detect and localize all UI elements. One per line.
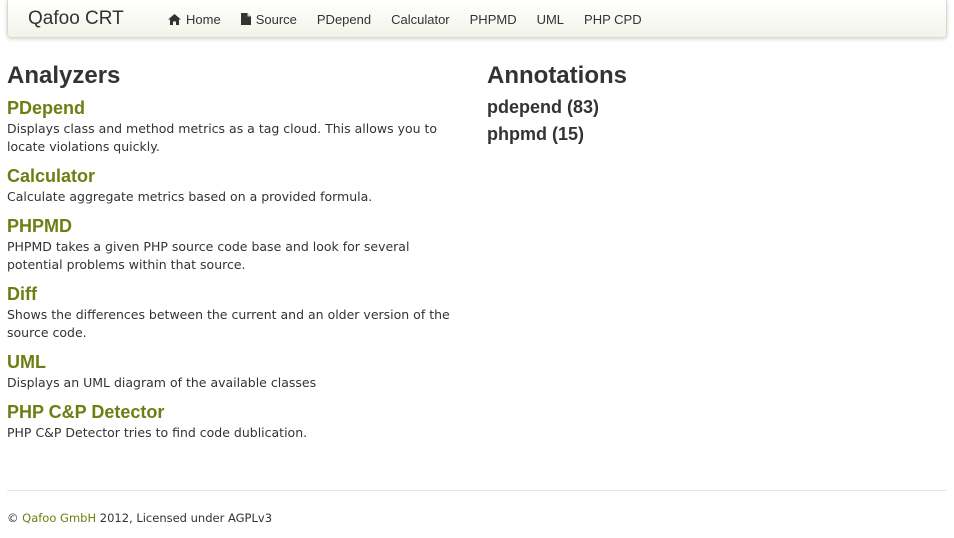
- nav-uml[interactable]: UML: [527, 0, 574, 38]
- analyzer-description: Displays class and method metrics as a t…: [7, 121, 438, 154]
- analyzer-item: PDepend Displays class and method metric…: [7, 96, 477, 156]
- file-icon: [240, 13, 251, 25]
- analyzer-item: PHPMD PHPMD takes a given PHP source cod…: [7, 214, 477, 274]
- copyright-symbol: ©: [7, 511, 19, 525]
- nav-source-label: Source: [255, 11, 297, 27]
- nav-php-cpd-label: PHP CPD: [584, 11, 642, 27]
- analyzer-link-php-cp-detector[interactable]: PHP C&P Detector: [7, 400, 477, 424]
- nav-calculator-label: Calculator: [391, 11, 450, 27]
- analyzer-item: Calculator Calculate aggregate metrics b…: [7, 164, 477, 206]
- analyzer-link-phpmd[interactable]: PHPMD: [7, 214, 477, 238]
- nav-pdepend[interactable]: PDepend: [307, 0, 381, 38]
- main-nav: Home Source PDepend Calculator PHPMD UML…: [158, 0, 652, 38]
- nav-home[interactable]: Home: [158, 0, 231, 38]
- annotation-link-pdepend[interactable]: pdepend (83): [487, 94, 947, 121]
- brand-link[interactable]: Qafoo CRT: [28, 8, 124, 30]
- nav-php-cpd[interactable]: PHP CPD: [574, 0, 652, 38]
- footer-text: 2012, Licensed under AGPLv3: [99, 511, 273, 525]
- nav-calculator[interactable]: Calculator: [381, 0, 460, 38]
- footer-divider: [7, 490, 947, 491]
- nav-home-label: Home: [186, 11, 221, 27]
- annotation-link-phpmd[interactable]: phpmd (15): [487, 121, 947, 148]
- nav-source[interactable]: Source: [231, 0, 307, 38]
- analyzer-link-diff[interactable]: Diff: [7, 282, 477, 306]
- annotations-list: pdepend (83) phpmd (15): [487, 94, 947, 148]
- annotations-section: Annotations pdepend (83) phpmd (15): [487, 60, 947, 148]
- home-icon: [168, 13, 181, 25]
- analyzer-link-uml[interactable]: UML: [7, 350, 477, 374]
- nav-phpmd-label: PHPMD: [469, 11, 517, 27]
- analyzers-heading: Analyzers: [7, 62, 121, 89]
- analyzer-description: PHP C&P Detector tries to find code dubl…: [7, 425, 308, 440]
- analyzer-link-calculator[interactable]: Calculator: [7, 164, 477, 188]
- company-link[interactable]: Qafoo GmbH: [22, 511, 96, 525]
- footer: © Qafoo GmbH 2012, Licensed under AGPLv3: [7, 511, 272, 525]
- analyzer-item: Diff Shows the differences between the c…: [7, 282, 477, 342]
- analyzer-description: Shows the differences between the curren…: [7, 307, 450, 340]
- annotations-heading: Annotations: [487, 62, 627, 89]
- analyzer-description: Calculate aggregate metrics based on a p…: [7, 189, 373, 204]
- top-navbar: Qafoo CRT Home Source PDepend Calculator…: [7, 0, 947, 38]
- nav-pdepend-label: PDepend: [316, 11, 372, 27]
- nav-uml-label: UML: [536, 11, 565, 27]
- analyzer-description: Displays an UML diagram of the available…: [7, 375, 317, 390]
- nav-phpmd[interactable]: PHPMD: [460, 0, 527, 38]
- analyzer-item: UML Displays an UML diagram of the avail…: [7, 350, 477, 392]
- analyzers-section: Analyzers PDepend Displays class and met…: [7, 60, 477, 442]
- analyzer-item: PHP C&P Detector PHP C&P Detector tries …: [7, 400, 477, 442]
- analyzer-description: PHPMD takes a given PHP source code base…: [7, 239, 410, 272]
- analyzer-link-pdepend[interactable]: PDepend: [7, 96, 477, 120]
